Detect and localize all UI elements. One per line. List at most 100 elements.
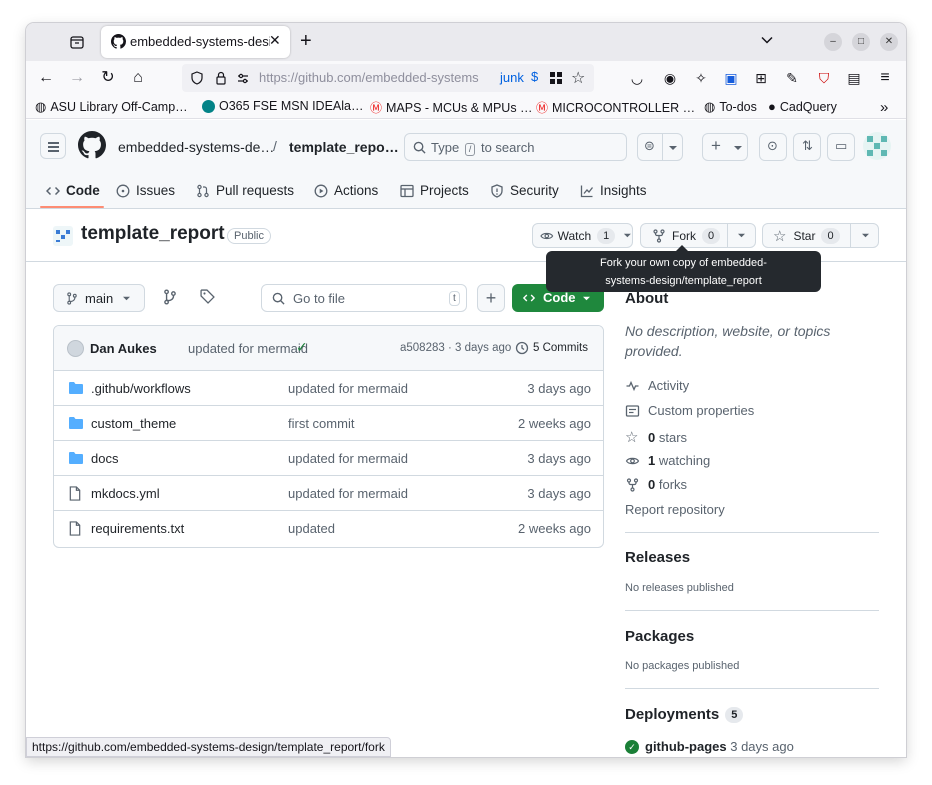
branch-selector[interactable]: main (53, 284, 145, 312)
watch-button[interactable]: Watch 1 (532, 223, 633, 248)
commit-hash-date[interactable]: a508283 · 3 days ago (400, 342, 511, 354)
file-commit-message[interactable]: updated for mermaid (288, 486, 408, 501)
tab-code[interactable]: Code (46, 183, 100, 198)
table-row[interactable]: docs updated for mermaid 3 days ago (54, 441, 603, 476)
star-button[interactable]: ☆ Star 0 (762, 223, 879, 248)
pull-requests-button[interactable]: ⇅ (793, 133, 821, 161)
file-name[interactable]: custom_theme (91, 416, 176, 431)
chevron-down-icon[interactable] (760, 33, 774, 47)
bookmark-star-icon[interactable]: ☆ (571, 68, 585, 88)
permissions-icon[interactable] (236, 71, 250, 85)
new-tab-icon[interactable]: + (300, 31, 312, 51)
report-repository-link[interactable]: Report repository (625, 502, 725, 517)
fork-button[interactable]: Fork 0 (640, 223, 756, 248)
extension-icon[interactable]: ✎ (783, 69, 801, 87)
chevron-down-icon[interactable] (737, 232, 746, 239)
bookmark-1[interactable]: ◍ ASU Library Off-Camp… (35, 99, 188, 115)
file-commit-message[interactable]: updated for mermaid (288, 451, 408, 466)
table-row[interactable]: custom_theme first commit 2 weeks ago (54, 406, 603, 441)
table-row[interactable]: .github/workflows updated for mermaid 3 … (54, 371, 603, 406)
reader-icon[interactable]: ▤ (845, 69, 863, 87)
search-shortcut-key: / (464, 143, 476, 156)
go-to-file-input[interactable]: Go to file t (261, 284, 467, 312)
tab-insights[interactable]: Insights (580, 183, 647, 198)
tab-pull-requests[interactable]: Pull requests (196, 183, 294, 198)
active-tab-underline (40, 206, 104, 208)
tab-projects[interactable]: Projects (400, 183, 469, 198)
apps-icon[interactable]: ⊞ (752, 69, 770, 87)
extensions-icon[interactable]: ✧ (692, 69, 710, 87)
commit-message[interactable]: updated for mermaid (188, 341, 308, 356)
hamburger-menu-button[interactable] (40, 133, 66, 159)
forward-icon[interactable]: → (68, 69, 86, 87)
tab-list-icon[interactable] (66, 32, 88, 52)
tab-security[interactable]: Security (490, 183, 559, 198)
tracking-shield-icon[interactable] (190, 71, 204, 85)
releases-heading[interactable]: Releases (625, 549, 690, 566)
issue-icon: ⊙ (767, 138, 778, 153)
go-to-file-shortcut: t (449, 291, 460, 306)
bookmark-4[interactable]: Ⓜ MICROCONTROLLER … (536, 99, 695, 116)
inbox-button[interactable]: ▭ (827, 133, 855, 161)
forks-link[interactable]: 0 forks (625, 477, 687, 492)
file-name[interactable]: .github/workflows (91, 381, 191, 396)
url-bar[interactable]: https://github.com/embedded-systems junk… (182, 64, 594, 92)
bookmark-3[interactable]: Ⓜ MAPS - MCUs & MPUs … (370, 99, 533, 116)
watching-link[interactable]: 1 watching (625, 453, 710, 468)
menu-icon[interactable]: ≡ (876, 69, 894, 87)
bookmark-5[interactable]: ◍ To-dos (704, 99, 757, 115)
deployments-heading[interactable]: Deployments 5 (625, 706, 744, 723)
commit-author-avatar[interactable] (67, 340, 84, 357)
breadcrumb-repo[interactable]: template_repo… (289, 139, 399, 155)
close-tab-icon[interactable]: ✕ (269, 32, 281, 49)
extension-grid-icon[interactable] (549, 71, 563, 85)
file-name[interactable]: docs (91, 451, 118, 466)
activity-link[interactable]: Activity (625, 378, 689, 393)
breadcrumb-org[interactable]: embedded-systems-de… (118, 139, 274, 155)
minimize-icon[interactable]: – (824, 33, 842, 51)
issues-button[interactable]: ⊙ (759, 133, 787, 161)
close-window-icon[interactable]: ✕ (880, 33, 898, 51)
github-logo-icon[interactable] (78, 131, 106, 159)
copilot-button[interactable]: ⊜ (637, 133, 683, 161)
chevron-down-icon[interactable] (861, 232, 870, 239)
reload-icon[interactable]: ↻ (99, 69, 117, 87)
home-icon[interactable]: ⌂ (129, 69, 147, 87)
divider (625, 688, 879, 689)
table-row[interactable]: mkdocs.yml updated for mermaid 3 days ag… (54, 476, 603, 511)
stars-link[interactable]: ☆ 0 stars (625, 428, 687, 446)
tag-icon[interactable] (200, 289, 215, 304)
file-commit-message[interactable]: first commit (288, 416, 354, 431)
commits-link[interactable]: 5 Commits (533, 342, 588, 354)
deployment-item[interactable]: ✓ github-pages 3 days ago (625, 739, 794, 754)
browser-tab-active[interactable]: embedded-systems-design/template_report … (101, 26, 290, 58)
file-name[interactable]: requirements.txt (91, 521, 184, 536)
pocket-icon[interactable]: ◡ (628, 69, 646, 87)
add-file-button[interactable]: + (477, 284, 505, 312)
maximize-icon[interactable]: □ (852, 33, 870, 51)
lock-icon[interactable] (214, 71, 228, 85)
ublock-icon[interactable]: ⛉ (815, 69, 833, 87)
search-input[interactable]: Type / to search (404, 133, 627, 161)
tab-actions[interactable]: Actions (314, 183, 378, 198)
account-icon[interactable]: ◉ (661, 69, 679, 87)
packages-heading[interactable]: Packages (625, 628, 694, 645)
back-icon[interactable]: ← (37, 69, 55, 87)
commit-author[interactable]: Dan Aukes (90, 341, 157, 356)
avatar[interactable] (863, 132, 891, 160)
tab-issues[interactable]: Issues (116, 183, 175, 198)
bookmark-2[interactable]: O365 FSE MSN IDEAla… (202, 99, 364, 113)
file-commit-message[interactable]: updated (288, 521, 335, 536)
bitwarden-icon[interactable]: ▣ (722, 69, 740, 87)
create-new-button[interactable]: + (702, 133, 748, 161)
search-icon (272, 292, 285, 305)
file-commit-message[interactable]: updated for mermaid (288, 381, 408, 396)
check-icon[interactable]: ✓ (296, 339, 308, 356)
file-name[interactable]: mkdocs.yml (91, 486, 160, 501)
more-bookmarks-icon[interactable]: » (880, 99, 888, 116)
bookmark-6[interactable]: ● CadQuery (768, 99, 837, 114)
repo-title[interactable]: template_report (81, 223, 225, 245)
custom-properties-link[interactable]: Custom properties (625, 403, 754, 418)
branches-icon[interactable] (163, 289, 177, 305)
table-row[interactable]: requirements.txt updated 2 weeks ago (54, 511, 603, 546)
